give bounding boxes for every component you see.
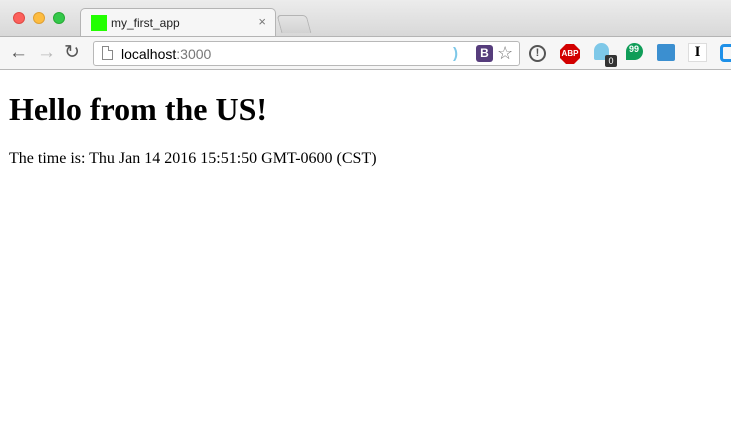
page-icon [102, 46, 113, 60]
window-minimize-button[interactable] [33, 12, 45, 24]
window-maximize-button[interactable] [53, 12, 65, 24]
info-extension-icon[interactable]: ! [529, 45, 546, 62]
back-button[interactable]: ← [9, 41, 28, 65]
url-port: :3000 [176, 46, 212, 62]
url-text[interactable]: localhost:3000 [121, 46, 211, 62]
time-text: The time is: Thu Jan 14 2016 15:51:50 GM… [9, 150, 377, 167]
browser-toolbar: ← → ↻ localhost:3000 ) B ☆ ! ABP I [0, 36, 731, 70]
forward-button[interactable]: → [37, 41, 56, 65]
extension-icon[interactable] [720, 44, 731, 62]
bootstrap-extension-icon[interactable]: B [476, 45, 493, 62]
reload-button[interactable]: ↻ [64, 41, 80, 65]
address-bar[interactable]: localhost:3000 ) B ☆ [93, 41, 520, 66]
hangouts-icon[interactable] [626, 43, 643, 60]
package-extension-icon[interactable] [657, 44, 675, 61]
favicon-icon [91, 15, 107, 31]
tab-close-icon[interactable]: × [258, 14, 266, 29]
window-close-button[interactable] [13, 12, 25, 24]
ghostery-badge: 0 [605, 55, 617, 67]
tab-title: my_first_app [111, 16, 180, 30]
page-content: Hello from the US! The time is: Thu Jan … [0, 71, 731, 438]
instapaper-icon[interactable]: I [688, 43, 707, 62]
bookmark-star-icon[interactable]: ☆ [497, 43, 513, 64]
new-tab-button[interactable] [276, 15, 312, 33]
adblock-plus-icon[interactable]: ABP [560, 44, 580, 64]
browser-tab-active[interactable]: my_first_app × [80, 8, 276, 37]
window-titlebar: my_first_app × [0, 0, 731, 37]
page-heading: Hello from the US! [9, 91, 268, 127]
jquery-extension-icon[interactable]: ) [453, 45, 458, 62]
url-host: localhost [121, 46, 177, 62]
